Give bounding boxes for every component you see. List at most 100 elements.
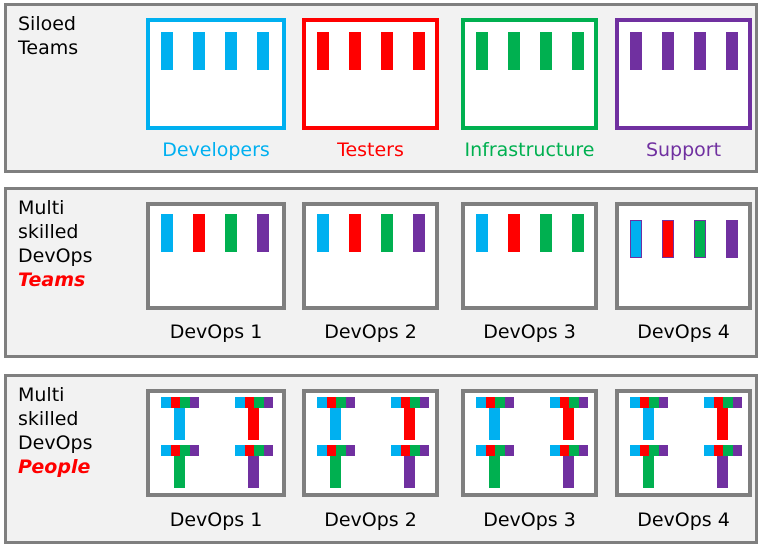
t-shaped-person-infrastructure [476, 445, 514, 489]
team-member-testers [349, 214, 361, 252]
label-emphasis: People [18, 456, 91, 478]
team-member-support [662, 32, 674, 70]
team-member-infrastructure [572, 214, 584, 252]
team-member-support [413, 214, 425, 252]
team-member-infrastructure [540, 32, 552, 70]
broad-skill-developers [630, 397, 640, 408]
team-caption: Infrastructure [464, 139, 595, 161]
broad-skill-testers [485, 445, 495, 456]
broad-skill-developers [235, 445, 245, 456]
team-box [146, 18, 286, 130]
team-member-developers [630, 220, 642, 258]
broad-skill-support [189, 397, 199, 408]
broad-skill-developers [550, 445, 560, 456]
team-member-developers [257, 32, 269, 70]
team-caption: DevOps 2 [324, 509, 417, 531]
broad-skill-developers [391, 445, 401, 456]
broad-skill-support [578, 445, 588, 456]
broad-skill-developers [550, 397, 560, 408]
broad-skill-infrastructure [723, 397, 733, 408]
team-box [302, 18, 439, 130]
broad-skill-support [263, 397, 273, 408]
team-caption: DevOps 4 [637, 321, 730, 343]
team-caption: DevOps 4 [637, 509, 730, 531]
team-box [615, 389, 752, 497]
deep-skill-developers [330, 408, 341, 440]
broad-skill-developers [161, 397, 171, 408]
broad-skill-testers [485, 397, 495, 408]
label-emphasis: Teams [18, 269, 86, 291]
team-box [146, 202, 286, 310]
broad-skill-testers [639, 397, 649, 408]
t-shaped-person-developers [317, 397, 355, 441]
broad-skill-support [732, 445, 742, 456]
broad-skill-infrastructure [569, 397, 579, 408]
broad-skill-infrastructure [569, 445, 579, 456]
broad-skill-developers [476, 397, 486, 408]
team-member-developers [193, 32, 205, 70]
broad-skill-testers [326, 397, 336, 408]
team-member-infrastructure [508, 32, 520, 70]
broad-skill-support [419, 397, 429, 408]
label-line: DevOps [18, 432, 93, 454]
broad-skill-developers [235, 397, 245, 408]
team-member-infrastructure [225, 214, 237, 252]
team-member-support [726, 32, 738, 70]
broad-skill-developers [704, 445, 714, 456]
broad-skill-developers [161, 445, 171, 456]
broad-skill-testers [326, 445, 336, 456]
team-box [615, 202, 752, 310]
deep-skill-testers [563, 408, 574, 440]
team-caption: Developers [162, 139, 270, 161]
broad-skill-testers [639, 445, 649, 456]
panel-devops-people: Multi skilled DevOps People DevOps 1 DevOps 2… [4, 374, 758, 544]
team-caption: DevOps 1 [169, 321, 263, 343]
team-member-support [257, 214, 269, 252]
t-shaped-person-developers [630, 397, 668, 441]
broad-skill-developers [476, 445, 486, 456]
team-member-developers [317, 214, 329, 252]
t-shaped-person-testers [235, 397, 273, 441]
broad-skill-support [345, 445, 355, 456]
t-shaped-person-support [391, 445, 429, 489]
deep-skill-testers [717, 408, 728, 440]
broad-skill-developers [317, 445, 327, 456]
deep-skill-support [717, 456, 728, 488]
team-member-support [694, 32, 706, 70]
t-shaped-person-developers [161, 397, 199, 441]
broad-skill-testers [170, 397, 180, 408]
t-shaped-person-infrastructure [630, 445, 668, 489]
broad-skill-infrastructure [410, 397, 420, 408]
label-line: Teams [18, 37, 79, 59]
team-box [146, 389, 286, 497]
broad-skill-support [732, 397, 742, 408]
broad-skill-support [658, 397, 668, 408]
team-member-developers [225, 32, 237, 70]
broad-skill-support [658, 445, 668, 456]
label-line: Multi [18, 384, 65, 406]
team-caption: DevOps 3 [483, 321, 576, 343]
deep-skill-developers [174, 408, 185, 440]
team-caption: DevOps 2 [324, 321, 417, 343]
team-member-support [726, 220, 738, 258]
broad-skill-infrastructure [495, 397, 505, 408]
broad-skill-support [189, 445, 199, 456]
team-caption: Support [645, 139, 722, 161]
team-member-infrastructure [381, 214, 393, 252]
broad-skill-testers [559, 397, 569, 408]
team-member-testers [413, 32, 425, 70]
broad-skill-developers [704, 397, 714, 408]
label-line: skilled [18, 408, 79, 430]
team-caption: Testers [337, 139, 404, 161]
deep-skill-testers [248, 408, 259, 440]
team-member-testers [662, 220, 674, 258]
t-shaped-person-infrastructure [161, 445, 199, 489]
broad-skill-support [419, 445, 429, 456]
team-box [302, 202, 439, 310]
t-shaped-person-testers [391, 397, 429, 441]
broad-skill-infrastructure [410, 445, 420, 456]
team-box [461, 202, 598, 310]
t-shaped-person-developers [476, 397, 514, 441]
broad-skill-support [504, 445, 514, 456]
team-member-infrastructure [476, 32, 488, 70]
